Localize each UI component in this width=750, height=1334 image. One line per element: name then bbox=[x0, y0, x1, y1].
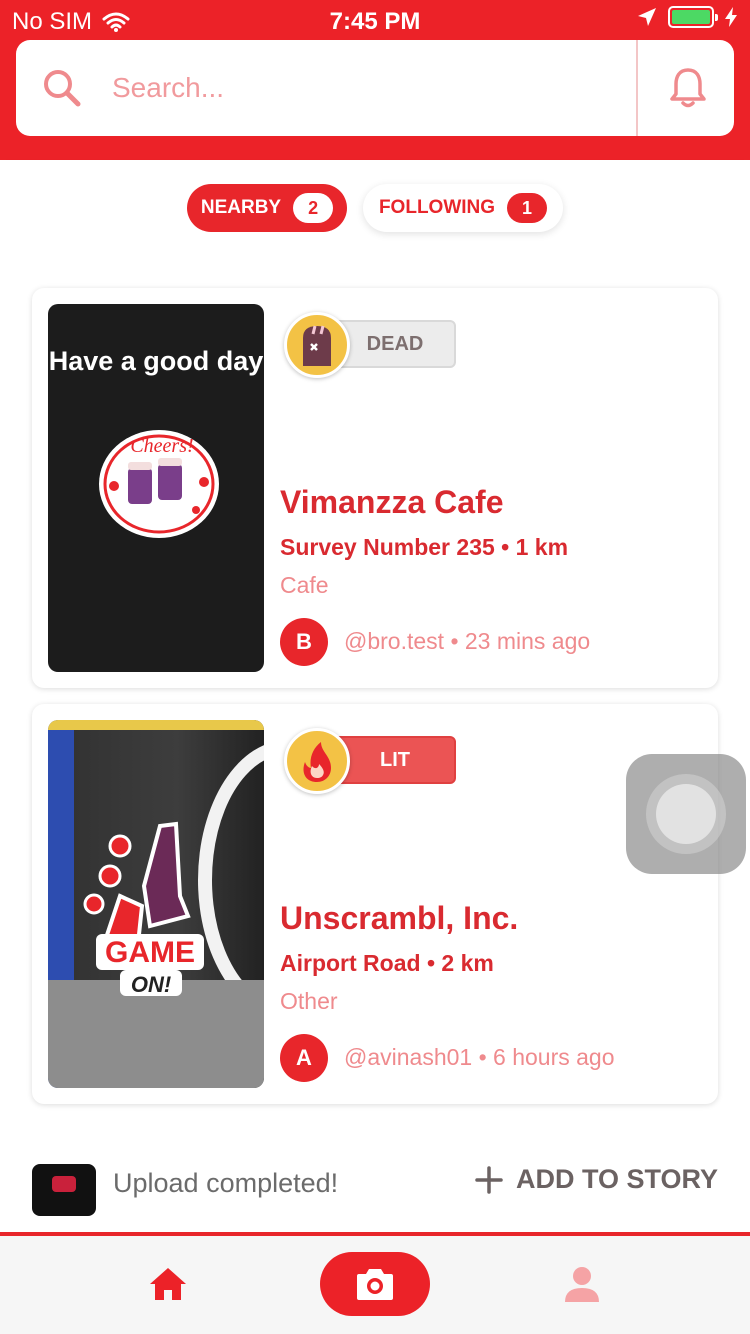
post-location: Survey Number 235 • 1 km bbox=[280, 534, 569, 560]
battery-icon bbox=[668, 6, 718, 28]
search-input[interactable] bbox=[112, 68, 632, 108]
badge-lit-label: LIT bbox=[334, 736, 456, 784]
search-bar bbox=[16, 40, 734, 136]
status-right bbox=[636, 6, 738, 28]
filter-tabs: NEARBY 2 FOLLOWING 1 bbox=[0, 160, 750, 256]
cheers-sticker-icon: Cheers! bbox=[99, 430, 219, 538]
bottom-navigation bbox=[0, 1232, 750, 1334]
fire-icon bbox=[284, 728, 350, 794]
bell-icon[interactable] bbox=[664, 64, 712, 112]
tab-nearby-count: 2 bbox=[293, 193, 334, 223]
post-title[interactable]: Unscrambl, Inc. bbox=[280, 900, 518, 937]
upload-thumbnail-sticker bbox=[52, 1176, 76, 1192]
mood-badge: LIT bbox=[284, 728, 464, 800]
post-location: Airport Road • 2 km bbox=[280, 950, 494, 976]
tab-nearby-label: NEARBY bbox=[200, 197, 282, 218]
tombstone-icon bbox=[284, 312, 350, 378]
avatar[interactable]: A bbox=[280, 1034, 328, 1082]
tab-following-count: 1 bbox=[507, 193, 548, 223]
profile-icon[interactable] bbox=[560, 1262, 604, 1306]
post-meta: @bro.test • 23 mins ago bbox=[344, 628, 591, 654]
post-meta: @avinash01 • 6 hours ago bbox=[344, 1044, 615, 1070]
plus-icon bbox=[475, 1165, 503, 1194]
assistive-touch-button[interactable] bbox=[626, 754, 746, 874]
camera-button[interactable] bbox=[320, 1252, 430, 1316]
svg-text:ON!: ON! bbox=[131, 972, 171, 997]
app-header: No SIM 7:45 PM bbox=[0, 0, 750, 160]
avatar[interactable]: B bbox=[280, 618, 328, 666]
location-arrow-icon bbox=[638, 8, 656, 26]
post-category: Cafe bbox=[280, 572, 329, 598]
tab-following[interactable]: FOLLOWING 1 bbox=[363, 184, 563, 232]
upload-status-bar: Upload completed! ADD TO STORY bbox=[0, 1140, 750, 1232]
charging-bolt-icon bbox=[725, 7, 737, 27]
post-category: Other bbox=[280, 988, 338, 1014]
tab-nearby[interactable]: NEARBY 2 bbox=[187, 184, 347, 232]
upload-status-text: Upload completed! bbox=[113, 1168, 339, 1198]
add-to-story-label: ADD TO STORY bbox=[516, 1164, 719, 1194]
thumbnail-caption: Have a good day bbox=[48, 346, 264, 376]
home-icon[interactable] bbox=[146, 1262, 190, 1306]
upload-thumbnail bbox=[32, 1164, 96, 1216]
assistive-touch-core bbox=[656, 784, 716, 844]
post-thumbnail[interactable]: GAME ON! bbox=[48, 720, 264, 1088]
thumbnail-strip bbox=[48, 720, 264, 730]
search-icon[interactable] bbox=[40, 66, 84, 110]
svg-text:Cheers!: Cheers! bbox=[130, 435, 193, 457]
game-on-sticker-icon: GAME ON! bbox=[83, 821, 204, 997]
camera-icon bbox=[357, 1269, 393, 1300]
tab-following-label: FOLLOWING bbox=[378, 197, 496, 218]
post-title[interactable]: Vimanzza Cafe bbox=[280, 484, 504, 521]
add-to-story-button[interactable]: ADD TO STORY bbox=[474, 1164, 718, 1195]
post-card[interactable]: Have a good day Cheers! DEAD Vimanzza Ca… bbox=[32, 288, 718, 688]
mood-badge: DEAD bbox=[284, 312, 464, 384]
post-card[interactable]: GAME ON! LIT Unscrambl, Inc. Airport Roa… bbox=[32, 704, 718, 1104]
svg-text:GAME: GAME bbox=[105, 936, 195, 969]
badge-dead-label: DEAD bbox=[334, 320, 456, 368]
status-bar: No SIM 7:45 PM bbox=[0, 0, 750, 40]
post-thumbnail[interactable]: Have a good day Cheers! bbox=[48, 304, 264, 672]
search-divider bbox=[636, 40, 638, 136]
